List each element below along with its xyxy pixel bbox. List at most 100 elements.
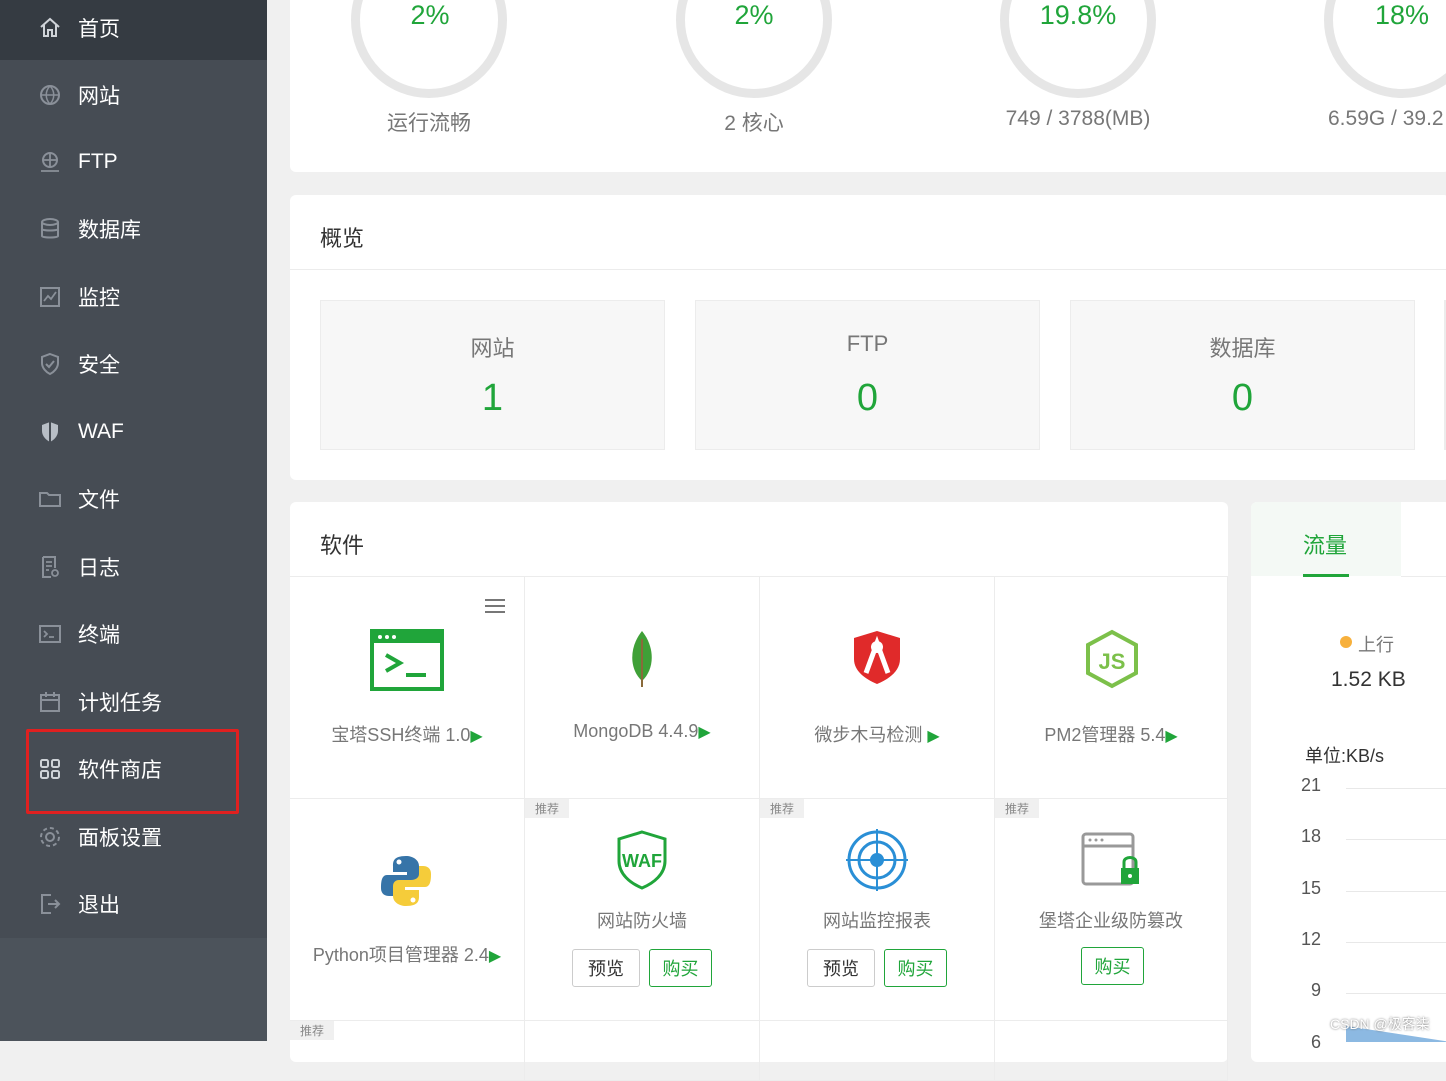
- recommend-badge: 推荐: [525, 799, 570, 818]
- sidebar-item-label: 监控: [78, 287, 120, 310]
- software-item-ssh[interactable]: 宝塔SSH终端 1.0▶: [290, 577, 525, 799]
- cpu-value: 2%: [734, 0, 774, 30]
- software-name: MongoDB 4.4.9▶: [525, 721, 759, 742]
- watermark: CSDN @极客柒: [1330, 1016, 1430, 1032]
- stat-value: 0: [1231, 377, 1254, 419]
- highlight-annotation-box: [26, 729, 239, 814]
- sidebar-item-label: 首页: [78, 18, 120, 41]
- sidebar-item-label: 计划任务: [78, 692, 162, 715]
- sidebar-item-files[interactable]: 文件: [0, 477, 267, 521]
- tab-underline: [1303, 574, 1349, 577]
- preview-button[interactable]: 预览: [807, 949, 875, 987]
- gridline: [1346, 993, 1446, 994]
- sidebar-item-terminal[interactable]: 终端: [0, 612, 267, 656]
- calendar-icon: [38, 690, 62, 714]
- play-icon[interactable]: ▶: [470, 728, 482, 745]
- software-name: Python项目管理器 2.4▶: [290, 941, 524, 967]
- preview-button[interactable]: 预览: [572, 949, 640, 987]
- sidebar-item-cron[interactable]: 计划任务: [0, 680, 267, 724]
- sidebar-item-logout[interactable]: 退出: [0, 882, 267, 926]
- load-label: 运行流畅: [387, 112, 471, 135]
- sidebar-item-settings[interactable]: 面板设置: [0, 815, 267, 859]
- software-item-partial[interactable]: [760, 1021, 995, 1081]
- buy-button[interactable]: 购买: [649, 949, 712, 987]
- play-icon[interactable]: ▶: [489, 948, 501, 965]
- software-name: PM2管理器 5.4▶: [995, 721, 1227, 747]
- disk-label: 6.59G / 39.2: [1328, 107, 1444, 130]
- software-item-partial[interactable]: 推荐: [290, 1021, 525, 1081]
- globe-icon: [38, 83, 62, 107]
- software-item-partial[interactable]: [525, 1021, 760, 1081]
- memory-value: 19.8%: [1039, 0, 1117, 30]
- software-name: 网站监控报表: [823, 911, 931, 931]
- folder-icon: [38, 487, 62, 511]
- buy-button[interactable]: 购买: [884, 949, 947, 987]
- software-item-trojan[interactable]: 微步木马检测 ▶: [760, 577, 995, 799]
- sidebar-item-monitor[interactable]: 监控: [0, 275, 267, 319]
- status-card: 2% 运行流畅 2% 2 核心 19.8% 749 / 3788(MB) 18%…: [290, 0, 1446, 172]
- sidebar-item-database[interactable]: 数据库: [0, 207, 267, 251]
- sidebar-footer: [0, 938, 267, 1041]
- software-item-waf[interactable]: 推荐 WAF 网站防火墙 预览 购买: [525, 799, 760, 1021]
- tab-traffic[interactable]: 流量: [1303, 528, 1347, 560]
- play-icon[interactable]: ▶: [1165, 728, 1177, 745]
- load-value: 2%: [410, 0, 450, 30]
- stat-website[interactable]: 网站 1: [320, 300, 665, 450]
- software-title: 软件: [320, 533, 365, 558]
- sidebar-item-security[interactable]: 安全: [0, 342, 267, 386]
- ftp-icon: [38, 150, 62, 174]
- stat-name: FTP: [846, 331, 889, 356]
- software-label: 宝塔SSH终端 1.0: [331, 725, 471, 745]
- stat-ftp[interactable]: FTP 0: [695, 300, 1040, 450]
- sidebar-item-label: 文件: [78, 489, 120, 512]
- sidebar-item-label: 面板设置: [78, 827, 162, 850]
- play-icon[interactable]: ▶: [698, 724, 710, 741]
- y-tick: 9: [1310, 980, 1321, 1000]
- traffic-card: 流量 上行 1.52 KB 单位:KB/s 21 18 15 12 9 6: [1251, 502, 1446, 1062]
- disk-value: 18%: [1374, 0, 1430, 30]
- software-item-site-monitor[interactable]: 推荐 网站监控报表 预览 购买: [760, 799, 995, 1021]
- sidebar-item-website[interactable]: 网站: [0, 73, 267, 117]
- sidebar-item-label: 日志: [78, 557, 120, 580]
- recommend-badge: 推荐: [290, 1021, 335, 1040]
- recommend-badge: 推荐: [760, 799, 805, 818]
- sidebar-item-label: 网站: [78, 85, 120, 108]
- software-label: 微步木马检测: [814, 725, 928, 745]
- software-item-partial[interactable]: [995, 1021, 1228, 1081]
- stat-name: 数据库: [1209, 336, 1276, 361]
- software-item-tamper[interactable]: 推荐 堡塔企业级防篡改 购买: [995, 799, 1228, 1021]
- sidebar-item-home[interactable]: 首页: [0, 6, 267, 50]
- monitor-icon: [38, 285, 62, 309]
- buy-button[interactable]: 购买: [1081, 947, 1144, 985]
- waf-shield-icon: [38, 420, 62, 444]
- svg-text:WAF: WAF: [622, 851, 662, 871]
- terminal-icon: [38, 622, 62, 646]
- stat-database[interactable]: 数据库 0: [1070, 300, 1415, 450]
- menu-icon[interactable]: [485, 599, 505, 613]
- recommend-badge: 推荐: [995, 799, 1040, 818]
- overview-title: 概览: [320, 226, 365, 251]
- software-item-python[interactable]: Python项目管理器 2.4▶: [290, 799, 525, 1021]
- software-item-pm2[interactable]: JS PM2管理器 5.4▶: [995, 577, 1228, 799]
- sidebar-item-label: FTP: [78, 150, 118, 173]
- sidebar-item-ftp[interactable]: FTP: [0, 140, 267, 184]
- nodejs-icon: JS: [1085, 629, 1139, 694]
- gridline: [1346, 891, 1446, 892]
- software-name: 堡塔企业级防篡改: [1039, 911, 1183, 931]
- home-icon: [38, 16, 62, 40]
- software-label: PM2管理器 5.4: [1044, 725, 1166, 745]
- log-icon: [38, 555, 62, 579]
- sidebar-item-waf[interactable]: WAF: [0, 410, 267, 454]
- upload-label: 上行: [1358, 635, 1394, 655]
- play-icon[interactable]: ▶: [927, 728, 939, 745]
- software-item-mongodb[interactable]: MongoDB 4.4.9▶: [525, 577, 760, 799]
- software-label: Python项目管理器 2.4: [312, 945, 489, 965]
- terminal-app-icon: [370, 629, 444, 696]
- sidebar-item-logs[interactable]: 日志: [0, 545, 267, 589]
- upload-dot-icon: [1340, 636, 1352, 648]
- sidebar-item-label: 退出: [78, 894, 120, 917]
- upload-value: 1.52 KB: [1331, 668, 1406, 691]
- sidebar-item-label: 数据库: [78, 219, 141, 242]
- gridline: [1346, 788, 1446, 789]
- database-icon: [38, 217, 62, 241]
